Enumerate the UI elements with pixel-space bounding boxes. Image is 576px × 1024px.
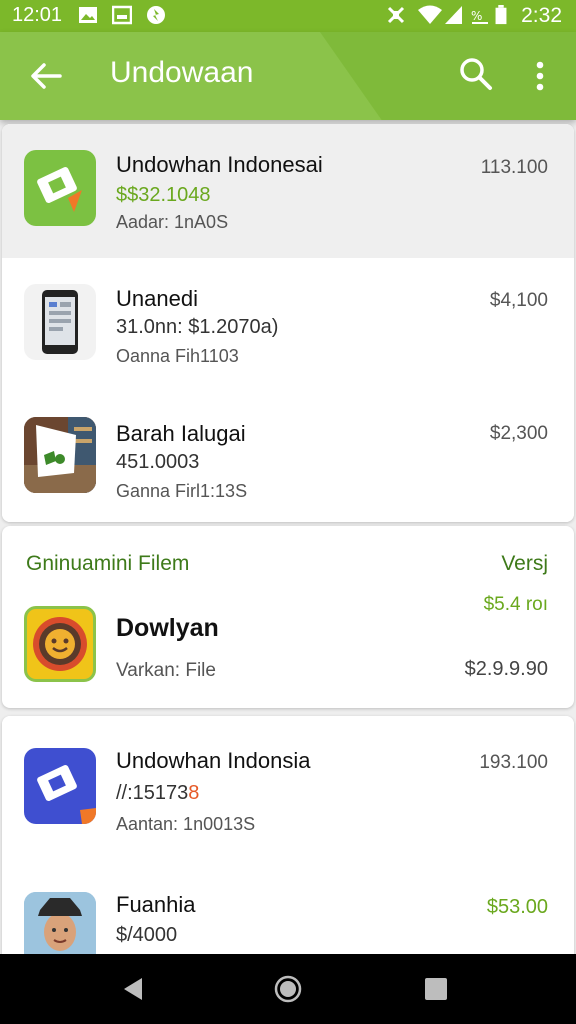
signal-icon xyxy=(445,6,462,24)
status-time-left: 12:01 xyxy=(12,4,63,26)
list-item[interactable]: Barah Ialugai 451.0003 Ganna Firl1:13S $… xyxy=(2,391,574,522)
section-header-right: Versj xyxy=(501,552,548,575)
app-meta: Aantan: 1n0013S xyxy=(116,814,256,834)
svg-text:%: % xyxy=(471,9,482,23)
app-bar: Undowaan xyxy=(0,32,576,120)
navigation-bar xyxy=(0,954,576,1024)
app-notification-icon xyxy=(147,6,165,24)
app-list-card: Undowhan Indonesai $$32.1048 Aadar: 1nA0… xyxy=(2,124,574,522)
app-logo-blue-icon xyxy=(24,748,96,824)
search-icon[interactable] xyxy=(458,56,494,92)
app-price: $53.00 xyxy=(486,896,548,918)
app-meta: Oanna Fih1103 xyxy=(116,346,239,366)
back-arrow-icon[interactable] xyxy=(28,58,64,94)
section-app-name: Dowlyan xyxy=(116,614,219,642)
app-subtitle: $/4000 xyxy=(116,924,178,946)
section-header: Gninuamini Filem xyxy=(26,552,190,575)
status-time-right: 2:32 xyxy=(521,4,562,27)
app-price: 193.100 xyxy=(479,752,548,773)
app-name: Undowhan Indonsia xyxy=(116,748,311,773)
app-name: Barah Ialugai xyxy=(116,421,246,446)
app-name: Fuanhia xyxy=(116,892,196,917)
app-price: $4,100 xyxy=(489,290,548,311)
wifi-icon xyxy=(418,5,442,24)
app-subtitle: 31.0nn: $1.2070a) xyxy=(116,316,279,338)
app-price: $2,300 xyxy=(489,423,548,444)
photo-app-icon xyxy=(24,417,96,493)
section-price-top: $5.4 roı xyxy=(483,594,548,615)
list-item[interactable]: Unanedi 31.0nn: $1.2070a) Oanna Fih1103 … xyxy=(2,258,574,392)
app-name: Unanedi xyxy=(116,286,198,311)
page-title: Undowaan xyxy=(110,56,254,89)
vibrate-icon xyxy=(387,6,405,24)
phone-app-icon xyxy=(24,284,96,360)
more-vert-icon[interactable] xyxy=(526,58,554,94)
app-subtitle: //:151738 xyxy=(116,782,199,805)
data-off-icon: % xyxy=(471,9,488,24)
app-price: 113.100 xyxy=(480,157,548,178)
list-item[interactable]: Undowhan Indonesai $$32.1048 Aadar: 1nA0… xyxy=(2,124,574,259)
game-app-icon xyxy=(24,606,96,682)
nav-recents-icon[interactable] xyxy=(424,977,448,1001)
app-logo-green-icon xyxy=(24,150,96,226)
nav-home-icon[interactable] xyxy=(274,975,302,1003)
section-card[interactable]: Gninuamini Filem Versj $5.4 roı Dowlyan … xyxy=(2,526,574,708)
status-bar: 12:01 % 2:32 xyxy=(0,0,576,32)
app-meta: Ganna Firl1:13S xyxy=(116,481,248,501)
image-icon xyxy=(79,7,97,23)
app-meta: Aadar: 1nA0S xyxy=(116,212,229,232)
battery-icon xyxy=(495,5,507,25)
nav-back-icon[interactable] xyxy=(120,976,146,1002)
gallery-icon xyxy=(112,5,132,25)
section-app-meta: Varkan: File xyxy=(116,660,216,681)
app-subtitle: $$32.1048 xyxy=(116,184,211,206)
app-list-card-2: Undowhan Indonsia //:151738 Aantan: 1n00… xyxy=(2,716,574,976)
app-name: Undowhan Indonesai xyxy=(116,152,323,177)
app-subtitle-text: //:15173 xyxy=(116,782,189,804)
list-item[interactable]: Undowhan Indonsia //:151738 Aantan: 1n00… xyxy=(2,716,574,863)
section-price: $2.9.9.90 xyxy=(464,658,548,680)
app-subtitle-highlight: 8 xyxy=(188,782,200,804)
app-subtitle: 451.0003 xyxy=(116,451,200,473)
